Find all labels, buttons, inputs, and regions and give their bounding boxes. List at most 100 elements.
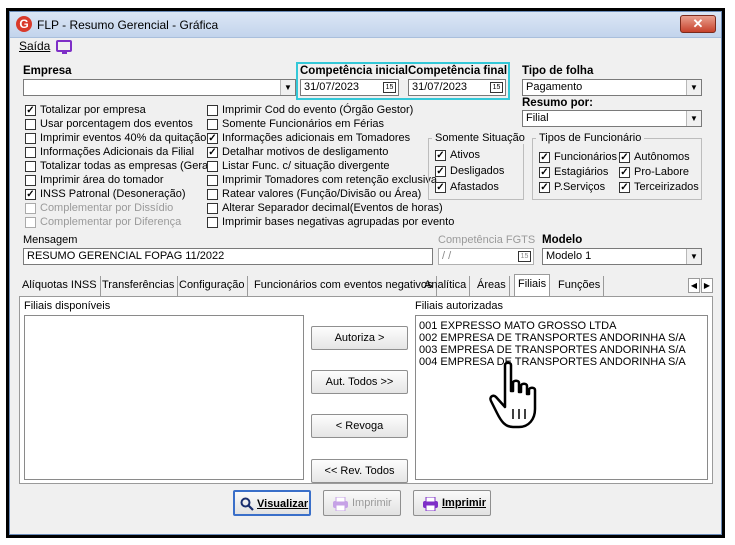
situacao-group: Somente Situação ✓ Ativos ✓ Desligados ✓ Af… [428, 132, 528, 200]
checkbox[interactable]: ✓ [435, 182, 446, 193]
tab-areas[interactable]: Áreas [474, 276, 510, 296]
option-label: Imprimir eventos 40% da quitação [40, 132, 207, 144]
checkbox[interactable] [25, 133, 36, 144]
checkbox[interactable] [25, 147, 36, 158]
empresa-label: Empresa [23, 65, 72, 77]
calendar-icon[interactable]: 15 [383, 82, 396, 93]
chevron-down-icon[interactable]: ▼ [686, 249, 701, 264]
checkbox[interactable]: ✓ [539, 182, 550, 193]
menu-saida-label: Saída [19, 39, 51, 53]
competencia-final-label: Competência final [408, 65, 508, 77]
tab-transferencias[interactable]: Transferências [99, 276, 179, 296]
list-item[interactable]: 001 EXPRESSO MATO GROSSO LTDA [419, 320, 704, 332]
option-label: INSS Patronal (Desoneração) [40, 188, 186, 200]
mensagem-value: RESUMO GERENCIAL FOPAG 11/2022 [27, 250, 225, 262]
monitor-icon[interactable] [56, 40, 72, 54]
filiais-autorizadas-list[interactable]: 001 EXPRESSO MATO GROSSO LTDA 002 EMPRES… [415, 315, 708, 480]
tab-scroll-right-icon[interactable]: ▶ [701, 278, 713, 293]
checkbox [25, 217, 36, 228]
printer-icon [333, 497, 348, 511]
empresa-dropdown-icon[interactable]: ▼ [280, 80, 295, 95]
resumo-por-value: Filial [526, 112, 549, 124]
situacao-title: Somente Situação [432, 132, 528, 144]
option-label: Informações adicionais em Tomadores [222, 132, 411, 144]
checkbox[interactable]: ✓ [435, 150, 446, 161]
visualizar-label: Visualizar [257, 498, 309, 510]
competencia-final-value: 31/07/2023 [412, 81, 468, 93]
chevron-down-icon[interactable]: ▼ [686, 80, 701, 95]
hand-cursor-icon [489, 361, 537, 429]
list-item[interactable]: 003 EMPRESA DE TRANSPORTES ANDORINHA S/A [419, 344, 704, 356]
list-item[interactable]: 002 EMPRESA DE TRANSPORTES ANDORINHA S/A [419, 332, 704, 344]
resumo-por-label: Resumo por: [522, 97, 593, 109]
option-label: Pro-Labore [634, 166, 690, 178]
autoriza-button[interactable]: Autoriza > [311, 326, 408, 350]
menu-saida[interactable]: Saída [19, 39, 50, 53]
competencia-inicial-label: Competência inicial [300, 65, 409, 77]
option-label: Desligados [450, 165, 505, 177]
option-label: Autônomos [634, 151, 690, 163]
option-label: Ativos [450, 149, 480, 161]
checkbox[interactable]: ✓ [435, 166, 446, 177]
tab-analitica[interactable]: Analítica [421, 276, 471, 296]
option-label: Informações Adicionais da Filial [40, 146, 195, 158]
revoga-todos-button[interactable]: << Rev. Todos [311, 459, 408, 483]
title-bar[interactable]: G FLP - Resumo Gerencial - Gráfica ✕ [10, 12, 721, 38]
checkbox[interactable] [25, 119, 36, 130]
tab-aliquotas-inss[interactable]: Alíquotas INSS [19, 276, 101, 296]
modelo-select[interactable]: Modelo 1 ▼ [542, 248, 702, 265]
fgts-input: / / 15 [438, 248, 534, 265]
imprimir-button[interactable]: Imprimir [413, 490, 491, 516]
modelo-label: Modelo [542, 234, 583, 246]
competencia-inicial-input[interactable]: 31/07/2023 15 [300, 79, 399, 96]
visualizar-button[interactable]: Visualizar [233, 490, 311, 516]
chevron-down-icon[interactable]: ▼ [686, 111, 701, 126]
main-window: G FLP - Resumo Gerencial - Gráfica ✕ Saí… [9, 11, 722, 535]
checkbox[interactable]: ✓ [619, 182, 630, 193]
competencia-final-input[interactable]: 31/07/2023 15 [408, 79, 506, 96]
checkbox[interactable]: ✓ [25, 189, 36, 200]
checkbox[interactable]: ✓ [619, 152, 630, 163]
checkbox[interactable]: ✓ [207, 147, 218, 158]
checkbox[interactable] [207, 175, 218, 186]
fgts-label: Competência FGTS [438, 234, 536, 246]
checkbox[interactable] [207, 105, 218, 116]
calendar-icon[interactable]: 15 [490, 82, 503, 93]
resumo-por-select[interactable]: Filial ▼ [522, 110, 702, 127]
tab-filiais[interactable]: Filiais [514, 274, 551, 296]
mensagem-input[interactable]: RESUMO GERENCIAL FOPAG 11/2022 [23, 248, 433, 265]
autoriza-todos-button[interactable]: Aut. Todos >> [311, 370, 408, 394]
checkbox[interactable]: ✓ [25, 105, 36, 116]
checkbox[interactable] [207, 161, 218, 172]
checkbox[interactable] [25, 161, 36, 172]
checkbox[interactable]: ✓ [539, 167, 550, 178]
checkbox[interactable]: ✓ [619, 167, 630, 178]
option-label: P.Serviços [554, 181, 606, 193]
tab-scroll-left-icon[interactable]: ◀ [688, 278, 700, 293]
tab-strip: Alíquotas INSS Transferências Configuraç… [19, 274, 713, 296]
revoga-button[interactable]: < Revoga [311, 414, 408, 438]
option-label: Imprimir bases negativas agrupadas por e… [222, 216, 455, 228]
checkbox[interactable] [207, 203, 218, 214]
checkbox[interactable] [207, 189, 218, 200]
option-label: Afastados [450, 181, 499, 193]
modelo-value: Modelo 1 [546, 250, 592, 262]
option-label: Usar porcentagem dos eventos [40, 118, 193, 130]
close-button[interactable]: ✕ [680, 15, 716, 33]
tipos-funcionario-title: Tipos de Funcionário [536, 132, 645, 144]
checkbox[interactable]: ✓ [207, 133, 218, 144]
tipo-folha-select[interactable]: Pagamento ▼ [522, 79, 702, 96]
empresa-select[interactable]: ▼ [23, 79, 296, 96]
checkbox[interactable] [207, 217, 218, 228]
tipo-folha-label: Tipo de folha [522, 65, 594, 77]
checkbox[interactable] [25, 175, 36, 186]
tab-configuracao[interactable]: Configuração [176, 276, 249, 296]
checkbox[interactable]: ✓ [539, 152, 550, 163]
list-item[interactable]: 004 EMPRESA DE TRANSPORTES ANDORINHA S/A [419, 356, 704, 368]
option-label: Detalhar motivos de desligamento [222, 146, 389, 158]
tab-panel-filiais: Filiais disponíveis Autoriza > Aut. Todo… [19, 296, 713, 484]
tab-funcionarios-negativos[interactable]: Funcionários com eventos negativos [251, 276, 437, 296]
filiais-disponiveis-list[interactable] [24, 315, 304, 480]
tab-funcoes[interactable]: Funções [555, 276, 605, 296]
checkbox[interactable] [207, 119, 218, 130]
